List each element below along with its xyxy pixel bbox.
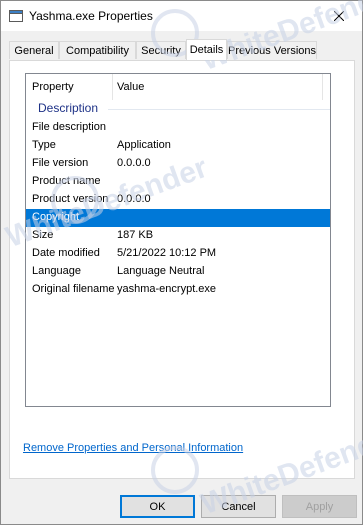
application-icon	[9, 10, 23, 22]
column-separator[interactable]	[322, 74, 323, 100]
group-header-description[interactable]: Description	[26, 100, 330, 118]
group-label: Description	[38, 101, 99, 115]
details-panel: Property Value Description File descript…	[9, 60, 355, 479]
property-cell: File version	[32, 157, 89, 169]
tab-details[interactable]: Details	[186, 39, 227, 60]
tab-general[interactable]: General	[9, 41, 59, 59]
properties-window: Yashma.exe Properties General Compatibil…	[0, 0, 363, 525]
property-cell: Size	[32, 229, 54, 241]
remove-properties-link[interactable]: Remove Properties and Personal Informati…	[23, 442, 243, 454]
property-cell: Date modified	[32, 247, 100, 259]
column-header-property[interactable]: Property	[32, 74, 112, 100]
value-cell: 5/21/2022 10:12 PM	[117, 247, 217, 259]
table-row[interactable]: Original filename yashma-encrypt.exe	[26, 281, 330, 299]
window-title: Yashma.exe Properties	[29, 9, 153, 23]
tab-compatibility[interactable]: Compatibility	[59, 41, 136, 59]
table-row[interactable]: File version 0.0.0.0	[26, 155, 330, 173]
column-separator[interactable]	[112, 74, 113, 100]
tab-previous-versions[interactable]: Previous Versions	[227, 41, 317, 59]
close-button[interactable]	[316, 1, 362, 31]
watermark-logo-icon	[151, 446, 199, 494]
list-header: Property Value	[26, 74, 330, 100]
value-cell: Language Neutral	[117, 265, 205, 277]
table-row[interactable]: File description	[26, 119, 330, 137]
table-row[interactable]: Date modified 5/21/2022 10:12 PM	[26, 245, 330, 263]
table-row[interactable]: Type Application	[26, 137, 330, 155]
table-row[interactable]: Language Language Neutral	[26, 263, 330, 281]
table-row[interactable]: Size 187 KB	[26, 227, 330, 245]
value-cell: yashma-encrypt.exe	[117, 283, 217, 295]
column-header-value[interactable]: Value	[117, 74, 317, 100]
details-list[interactable]: Property Value Description File descript…	[25, 73, 331, 407]
ok-button[interactable]: OK	[120, 495, 195, 518]
property-cell: File description	[32, 121, 106, 133]
apply-button[interactable]: Apply	[282, 495, 357, 518]
property-cell: Original filename	[32, 283, 115, 295]
close-icon	[334, 11, 344, 21]
value-cell: Application	[117, 139, 171, 151]
cancel-button[interactable]: Cancel	[201, 495, 276, 518]
value-cell: 187 KB	[117, 229, 154, 241]
group-divider	[108, 109, 330, 110]
property-cell: Type	[32, 139, 56, 151]
value-cell: 0.0.0.0	[117, 193, 151, 205]
property-cell: Language	[32, 265, 81, 277]
watermark-logo-icon	[51, 176, 99, 224]
value-cell: 0.0.0.0	[117, 157, 151, 169]
